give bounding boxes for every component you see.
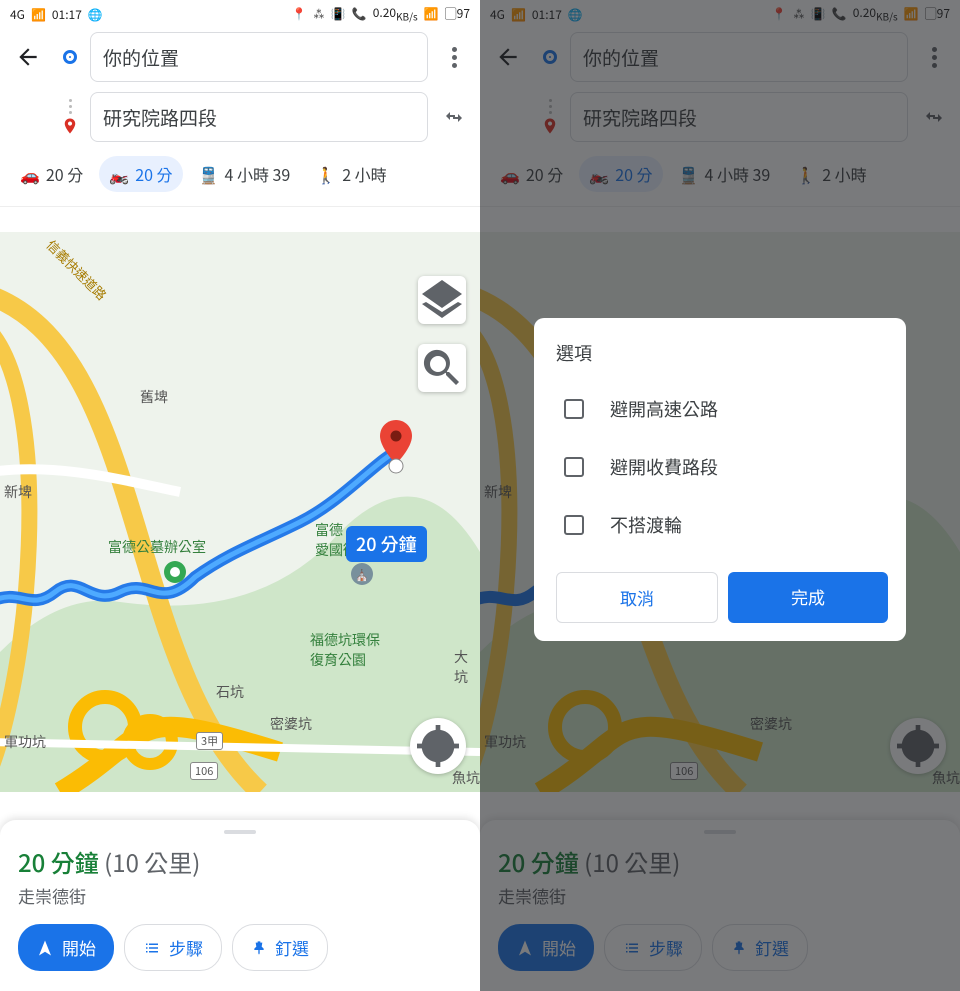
search-map-button[interactable] <box>418 344 466 392</box>
network-label: 4G <box>10 6 25 23</box>
screen-left: 4G 📶 01:17 🌐 📍⁂📳📞 0.20KB/s 📶 ▢97 你的位置 <box>0 0 480 991</box>
destination-input[interactable]: 研究院路四段 <box>90 92 428 142</box>
checkbox-icon[interactable] <box>564 515 584 535</box>
dialog-done-button[interactable]: 完成 <box>728 572 888 623</box>
screen-right: 4G📶01:17🌐 📍⁂📳📞0.20KB/s📶▢97 你的位置 研究院路四段 🚗… <box>480 0 960 991</box>
travel-mode-row: 🚗 20 分 🏍️ 20 分 🚆 4 小時 39 🚶 2 小時 <box>0 142 480 207</box>
origin-input[interactable]: 你的位置 <box>90 32 428 82</box>
directions-header: 你的位置 研究院路四段 <box>0 24 480 142</box>
option-avoid-ferries[interactable]: 不搭渡輪 <box>556 496 888 554</box>
clock: 01:17 <box>52 6 82 23</box>
sheet-grabber[interactable] <box>224 830 256 834</box>
option-avoid-highways[interactable]: 避開高速公路 <box>556 380 888 438</box>
route-summary-sheet[interactable]: 20 分鐘 (10 公里) 走崇德街 開始 步驟 釘選 <box>0 820 480 991</box>
layers-button[interactable] <box>418 276 466 324</box>
route-via: 走崇德街 <box>18 883 462 908</box>
dialog-cancel-button[interactable]: 取消 <box>556 572 718 623</box>
steps-button[interactable]: 步驟 <box>124 924 222 971</box>
recenter-button[interactable] <box>410 718 466 774</box>
dialog-title: 選項 <box>556 340 888 366</box>
mode-walk[interactable]: 🚶 2 小時 <box>306 156 396 192</box>
mode-car[interactable]: 🚗 20 分 <box>10 156 93 192</box>
route-options-dialog: 選項 避開高速公路 避開收費路段 不搭渡輪 取消 完成 <box>534 318 906 641</box>
status-bar: 4G 📶 01:17 🌐 📍⁂📳📞 0.20KB/s 📶 ▢97 <box>0 0 480 24</box>
origin-dot-icon <box>63 50 77 64</box>
overflow-menu[interactable] <box>436 37 472 77</box>
destination-pin-icon <box>61 117 79 135</box>
map-canvas[interactable]: ⛪ 信義快速道路 舊埤 新埤 富德公墓辦公室 富德 愛國衛 福德坑環保 復育公園… <box>0 232 480 792</box>
route-time-line: 20 分鐘 (10 公里) <box>18 844 462 879</box>
start-navigation-button[interactable]: 開始 <box>18 924 114 971</box>
mode-motorcycle[interactable]: 🏍️ 20 分 <box>99 156 182 192</box>
checkbox-icon[interactable] <box>564 399 584 419</box>
option-avoid-tolls[interactable]: 避開收費路段 <box>556 438 888 496</box>
battery: ▢97 <box>445 5 470 22</box>
swap-button[interactable] <box>436 97 472 137</box>
pin-button[interactable]: 釘選 <box>232 924 328 971</box>
mode-transit[interactable]: 🚆 4 小時 39 <box>189 156 301 192</box>
svg-text:⛪: ⛪ <box>355 567 369 583</box>
back-button[interactable] <box>8 37 48 77</box>
bluetooth-icon: ⁂ <box>313 5 325 22</box>
route-duration-badge: 20 分鐘 <box>346 526 427 562</box>
checkbox-icon[interactable] <box>564 457 584 477</box>
